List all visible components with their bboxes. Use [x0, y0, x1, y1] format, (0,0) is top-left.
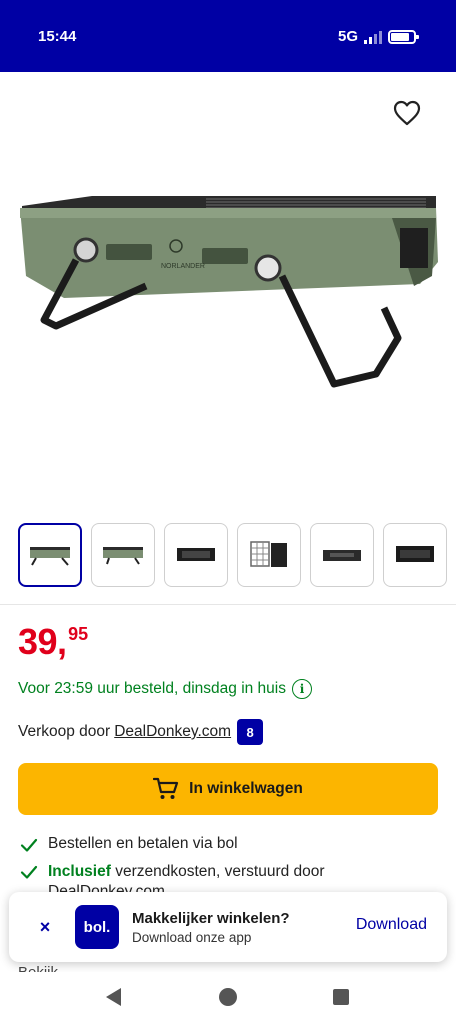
thumbnail-strip — [18, 523, 456, 589]
usp-text: Bestellen en betalen via bol — [48, 835, 238, 852]
delivery-text: Voor 23:59 uur besteld, dinsdag in huis — [18, 680, 286, 697]
status-bar: 15:44 5G — [0, 0, 456, 72]
close-icon[interactable]: × — [33, 915, 57, 939]
price: 39 , 95 — [18, 624, 88, 660]
network-label: 5G — [337, 28, 358, 45]
section-divider — [0, 604, 456, 605]
banner-title: Makkelijker winkelen? — [132, 909, 290, 927]
status-indicators: 5G — [337, 28, 419, 45]
favorite-button[interactable] — [390, 98, 424, 128]
thumbnail-image — [250, 541, 287, 567]
bol-logo: bol. — [75, 905, 119, 949]
thumbnail-image — [103, 547, 143, 565]
signal-icon — [364, 30, 382, 44]
thumbnail-1[interactable] — [18, 523, 82, 587]
system-nav-bar — [0, 972, 456, 1024]
thumbnail-image — [30, 547, 70, 566]
check-icon — [20, 838, 38, 852]
seller-prefix: Verkoop door — [18, 723, 111, 740]
app-download-banner: × bol. Makkelijker winkelen? Download on… — [9, 892, 447, 962]
info-icon[interactable]: i — [292, 679, 312, 699]
add-to-cart-label: In winkelwagen — [189, 780, 303, 797]
battery-icon — [388, 29, 419, 44]
banner-subtitle: Download onze app — [132, 929, 252, 945]
cart-icon — [153, 777, 179, 799]
thumbnail-image — [323, 550, 361, 561]
check-icon — [20, 865, 38, 879]
thumbnail-image — [177, 548, 215, 561]
usp-item: Bestellen en betalen via bol — [20, 835, 238, 854]
seller-score-badge[interactable]: 8 — [237, 719, 264, 745]
back-icon[interactable] — [106, 988, 121, 1006]
usp-bold: Inclusief — [48, 863, 111, 880]
thumbnail-4[interactable] — [237, 523, 301, 587]
thumbnail-2[interactable] — [91, 523, 155, 587]
product-image[interactable]: NORLANDER — [16, 188, 442, 398]
brand-logo-text: NORLANDER — [161, 263, 205, 270]
price-comma: , — [57, 621, 68, 662]
thumbnail-3[interactable] — [164, 523, 228, 587]
add-to-cart-button[interactable]: In winkelwagen — [18, 763, 438, 815]
status-time: 15:44 — [38, 28, 77, 45]
download-button[interactable]: Download — [356, 916, 427, 934]
banner-text: Makkelijker winkelen? Download onze app — [132, 910, 290, 945]
price-decimals: 95 — [68, 624, 89, 644]
delivery-info: Voor 23:59 uur besteld, dinsdag in huis … — [18, 679, 312, 699]
seller-info: Verkoop door DealDonkey.com 8 — [18, 719, 264, 745]
thumbnail-image — [396, 546, 434, 562]
thumbnail-5[interactable] — [310, 523, 374, 587]
heart-icon — [393, 100, 421, 126]
thumbnail-6[interactable] — [383, 523, 447, 587]
price-integer: 39 — [18, 621, 58, 662]
recents-icon[interactable] — [333, 989, 349, 1005]
seller-link[interactable]: DealDonkey.com — [114, 723, 231, 741]
home-icon[interactable] — [219, 988, 237, 1006]
